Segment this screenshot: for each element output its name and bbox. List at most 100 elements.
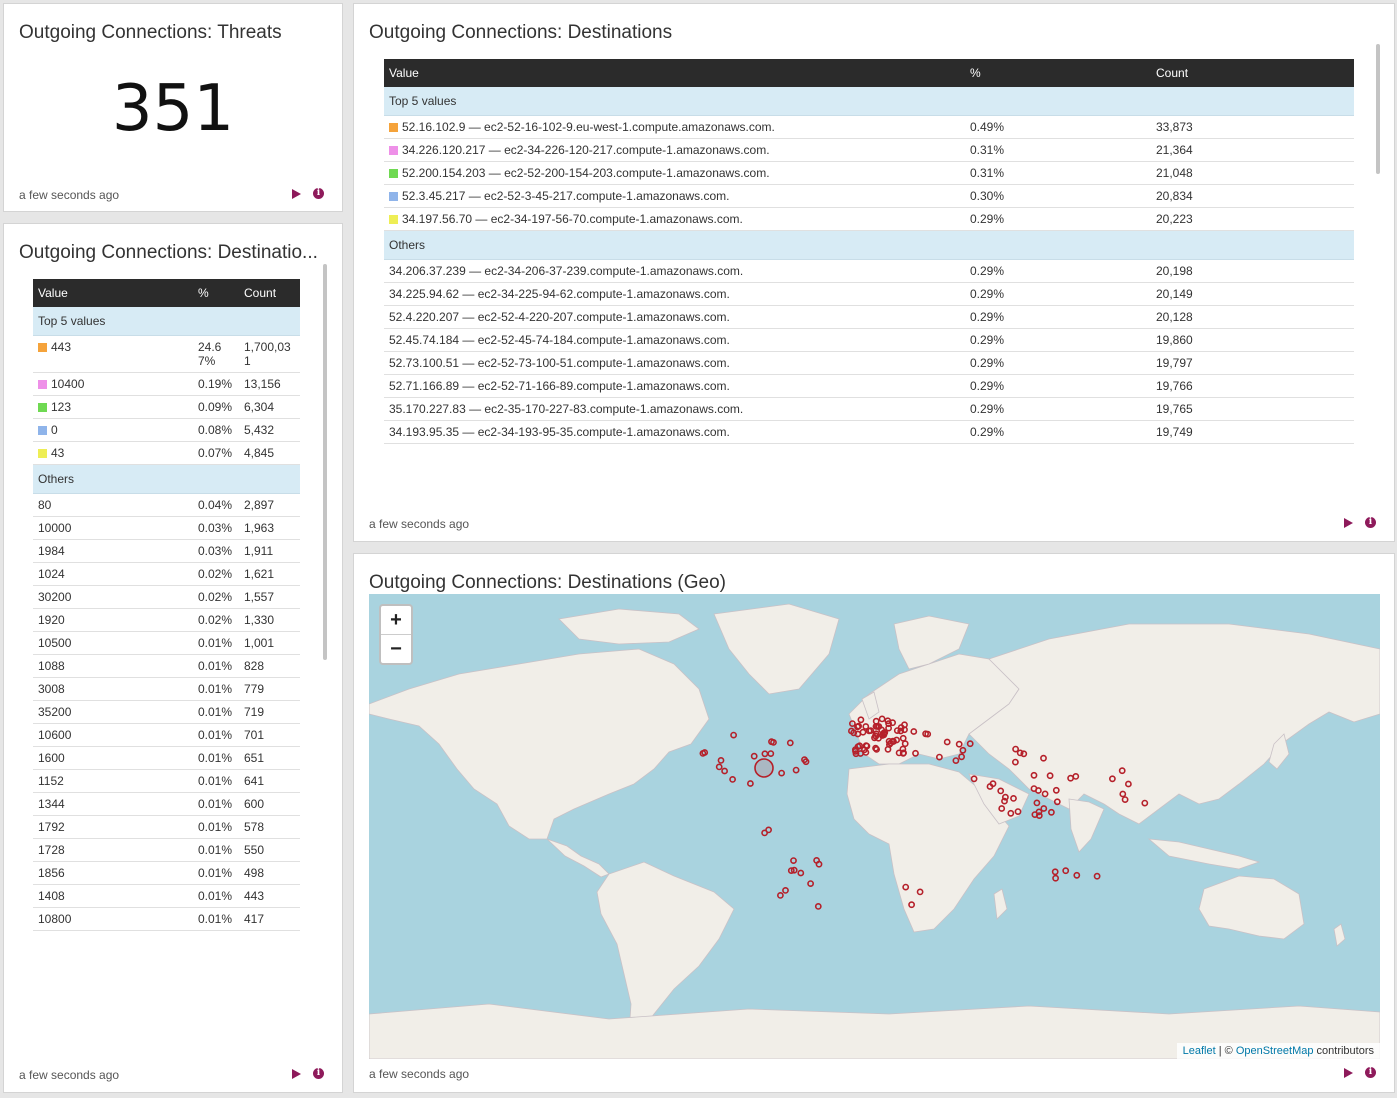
map-marker[interactable] xyxy=(943,738,951,746)
map-marker[interactable] xyxy=(776,891,784,899)
map-marker[interactable] xyxy=(1040,805,1048,812)
zoom-out-button[interactable]: − xyxy=(381,634,411,663)
ports-table-scroll[interactable]: Value % Count Top 5 values 443 24.6 7% 1,70… xyxy=(33,279,303,1059)
map-marker[interactable] xyxy=(797,869,805,877)
map-marker[interactable] xyxy=(1062,867,1070,875)
table-row[interactable]: 1920 0.02% 1,330 xyxy=(33,608,300,632)
map-marker[interactable] xyxy=(1067,774,1074,782)
table-row[interactable]: 1728 0.01% 550 xyxy=(33,838,300,862)
map-marker[interactable] xyxy=(782,886,789,894)
table-row[interactable]: 34.225.94.62 — ec2-34-225-94-62.compute-… xyxy=(384,282,1354,306)
map-marker[interactable] xyxy=(955,740,963,748)
map-marker[interactable] xyxy=(1048,808,1055,816)
map-marker[interactable] xyxy=(884,745,892,753)
column-header-count[interactable]: Count xyxy=(239,279,300,307)
zoom-in-button[interactable]: + xyxy=(381,606,411,634)
map-marker[interactable] xyxy=(721,767,728,775)
map-marker[interactable] xyxy=(1051,868,1059,876)
map-marker[interactable] xyxy=(902,883,910,891)
map-marker[interactable] xyxy=(878,715,886,723)
map-marker[interactable] xyxy=(1073,871,1081,879)
map-marker[interactable] xyxy=(1030,771,1038,779)
map-marker[interactable] xyxy=(959,746,967,754)
table-row[interactable]: 1984 0.03% 1,911 xyxy=(33,539,300,563)
map-marker[interactable] xyxy=(1118,767,1126,775)
map-marker[interactable] xyxy=(1053,798,1061,806)
map-marker[interactable] xyxy=(872,717,880,725)
map-marker[interactable] xyxy=(786,739,794,747)
osm-link[interactable]: OpenStreetMap xyxy=(1236,1045,1314,1057)
table-row[interactable]: 30200 0.02% 1,557 xyxy=(33,585,300,609)
map-marker[interactable] xyxy=(873,723,881,730)
map-marker[interactable] xyxy=(873,745,880,753)
map-marker[interactable] xyxy=(855,722,862,730)
map-marker[interactable] xyxy=(958,753,965,761)
leaflet-link[interactable]: Leaflet xyxy=(1183,1045,1216,1057)
play-icon[interactable] xyxy=(292,1068,301,1079)
map-marker[interactable] xyxy=(966,740,974,748)
map-marker[interactable] xyxy=(889,719,896,727)
column-header-value[interactable]: Value xyxy=(33,279,193,307)
map-marker[interactable] xyxy=(997,787,1005,795)
map-marker[interactable] xyxy=(916,888,924,896)
scrollbar[interactable] xyxy=(1376,44,1380,174)
map-marker[interactable] xyxy=(792,766,800,774)
table-row[interactable]: 1152 0.01% 641 xyxy=(33,769,300,793)
column-header-count[interactable]: Count xyxy=(1151,59,1354,87)
table-row[interactable]: 1344 0.01% 600 xyxy=(33,792,300,816)
destinations-table-scroll[interactable]: Value % Count Top 5 values 52.16.102.9 — … xyxy=(384,59,1354,507)
map-marker[interactable] xyxy=(1041,790,1049,798)
table-row[interactable]: 34.206.37.239 — ec2-34-206-37-239.comput… xyxy=(384,259,1354,283)
table-row[interactable]: 443 24.6 7% 1,700,03 1 xyxy=(33,335,300,373)
column-header-percent[interactable]: % xyxy=(193,279,239,307)
map-marker[interactable] xyxy=(936,753,943,761)
map-marker[interactable] xyxy=(1012,745,1019,753)
map-marker[interactable] xyxy=(1040,754,1047,762)
table-row[interactable]: 10400 0.19% 13,156 xyxy=(33,372,300,396)
map-marker[interactable] xyxy=(1119,790,1127,798)
map-marker[interactable] xyxy=(765,826,772,834)
map-marker[interactable] xyxy=(865,727,873,735)
table-row[interactable]: 35200 0.01% 719 xyxy=(33,700,300,724)
table-row[interactable]: 1600 0.01% 651 xyxy=(33,746,300,770)
map-marker[interactable] xyxy=(857,716,865,724)
map-marker[interactable] xyxy=(1046,772,1054,780)
map-marker[interactable] xyxy=(899,749,907,757)
map-marker[interactable] xyxy=(1052,874,1059,882)
map-marker[interactable] xyxy=(912,749,919,757)
table-row[interactable]: 80 0.04% 2,897 xyxy=(33,493,300,517)
map-marker[interactable] xyxy=(807,880,814,887)
table-row[interactable]: 52.16.102.9 — ec2-52-16-102-9.eu-west-1.… xyxy=(384,115,1354,139)
table-row[interactable]: 10500 0.01% 1,001 xyxy=(33,631,300,655)
map-marker[interactable] xyxy=(862,742,870,749)
map-marker[interactable] xyxy=(1010,794,1017,802)
map-marker[interactable] xyxy=(998,805,1006,812)
table-row[interactable]: 1856 0.01% 498 xyxy=(33,861,300,885)
map-marker[interactable] xyxy=(899,734,907,742)
map-marker[interactable] xyxy=(1033,799,1041,807)
table-row[interactable]: 34.197.56.70 — ec2-34-197-56-70.compute-… xyxy=(384,207,1354,231)
map-marker[interactable] xyxy=(814,902,822,910)
map-marker[interactable] xyxy=(1093,872,1101,880)
map-marker[interactable] xyxy=(989,780,997,788)
map-marker[interactable] xyxy=(854,743,862,750)
world-map[interactable]: + − Leaflet | © OpenStreetMap contributo… xyxy=(369,594,1380,1059)
map-marker[interactable] xyxy=(715,763,723,771)
play-icon[interactable] xyxy=(292,188,301,199)
map-marker[interactable] xyxy=(761,750,769,758)
scrollbar[interactable] xyxy=(323,264,327,660)
table-row[interactable]: 52.71.166.89 — ec2-52-71-166-89.compute-… xyxy=(384,374,1354,398)
map-marker[interactable] xyxy=(750,752,758,760)
map-marker[interactable] xyxy=(1016,749,1024,757)
table-row[interactable]: 52.3.45.217 — ec2-52-3-45-217.compute-1.… xyxy=(384,184,1354,208)
map-marker[interactable] xyxy=(901,740,909,748)
table-row[interactable]: 52.4.220.207 — ec2-52-4-220-207.compute-… xyxy=(384,305,1354,329)
table-row[interactable]: 34.193.95.35 — ec2-34-193-95-35.compute-… xyxy=(384,420,1354,444)
map-marker-large[interactable] xyxy=(754,758,774,778)
map-marker[interactable] xyxy=(813,856,820,864)
map-marker[interactable] xyxy=(908,901,915,909)
map-marker[interactable] xyxy=(1125,780,1132,788)
table-row[interactable]: 35.170.227.83 — ec2-35-170-227-83.comput… xyxy=(384,397,1354,421)
column-header-value[interactable]: Value xyxy=(384,59,965,87)
map-marker[interactable] xyxy=(952,757,960,764)
